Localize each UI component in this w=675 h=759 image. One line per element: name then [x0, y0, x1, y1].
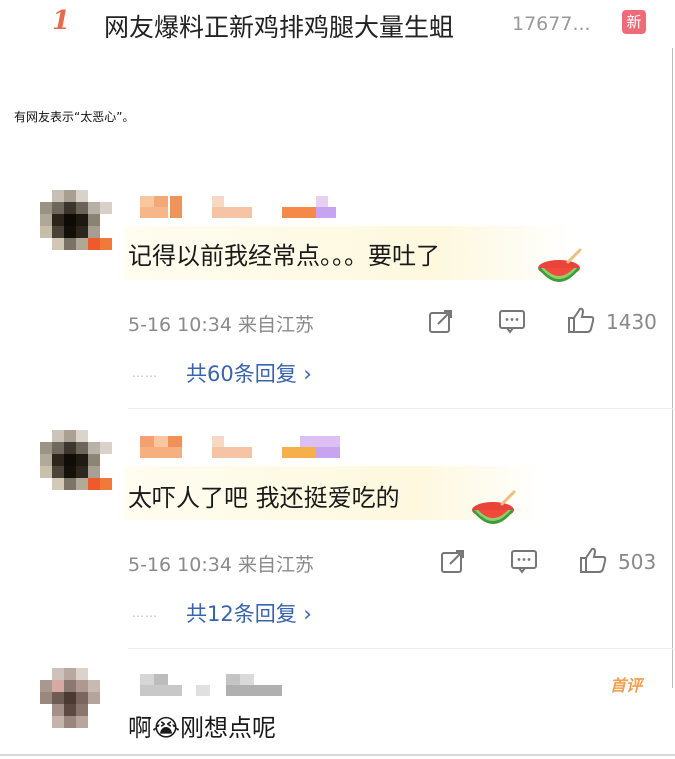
comment-3: 首评 啊😭刚想点呢	[0, 668, 675, 758]
comment-2: 太吓人了吧 我还挺爱吃的 5-16 10:34 来自江苏 503 …… 共12条…	[0, 430, 675, 650]
username-mosaic[interactable]	[140, 674, 310, 696]
avatar-pixelated[interactable]	[40, 668, 112, 740]
thumbs-up-icon[interactable]	[578, 546, 608, 574]
view-replies-link[interactable]: 共60条回复 ›	[186, 358, 312, 388]
username-mosaic[interactable]	[140, 196, 340, 218]
share-icon[interactable]	[428, 308, 454, 334]
comment-divider	[128, 408, 673, 409]
username-mosaic[interactable]	[140, 436, 340, 458]
article-caption: 有网友表示“太恶心”。	[14, 110, 135, 124]
comment-icon[interactable]	[498, 308, 526, 334]
first-comment-badge: 首评	[610, 676, 643, 695]
comment-meta: 5-16 10:34 来自江苏	[128, 310, 314, 337]
comment-time: 5-16 10:34	[128, 554, 232, 576]
comment-text: 记得以前我经常点。。。要吐了	[128, 242, 440, 270]
reply-dots: ……	[132, 606, 158, 620]
bottom-border	[0, 754, 675, 756]
comment-1: 记得以前我经常点。。。要吐了 5-16 10:34 来自江苏 1430 …… 共…	[0, 190, 675, 410]
watermelon-emoji-icon	[538, 248, 582, 282]
comment-meta: 5-16 10:34 来自江苏	[128, 550, 314, 577]
like-count: 503	[618, 550, 657, 574]
share-icon[interactable]	[440, 548, 466, 574]
avatar-pixelated[interactable]	[40, 430, 112, 502]
reply-dots: ……	[132, 366, 158, 380]
avatar-pixelated[interactable]	[40, 190, 112, 262]
rank-number: 1	[52, 6, 71, 36]
comment-text: 太吓人了吧 我还挺爱吃的	[128, 484, 400, 512]
comment-location: 来自江苏	[237, 554, 314, 576]
comment-divider	[128, 648, 673, 649]
heat-count: 17677...	[512, 13, 591, 35]
comment-location: 来自江苏	[237, 314, 314, 336]
new-badge: 新	[622, 10, 646, 34]
comment-text: 啊😭刚想点呢	[128, 714, 277, 742]
comment-icon[interactable]	[510, 548, 538, 574]
thumbs-up-icon[interactable]	[566, 306, 596, 334]
like-count: 1430	[606, 310, 657, 334]
comment-time: 5-16 10:34	[128, 314, 232, 336]
watermelon-emoji-icon	[472, 490, 516, 524]
view-replies-link[interactable]: 共12条回复 ›	[186, 598, 312, 628]
trending-headline[interactable]: 网友爆料正新鸡排鸡腿大量生蛆	[104, 8, 454, 44]
